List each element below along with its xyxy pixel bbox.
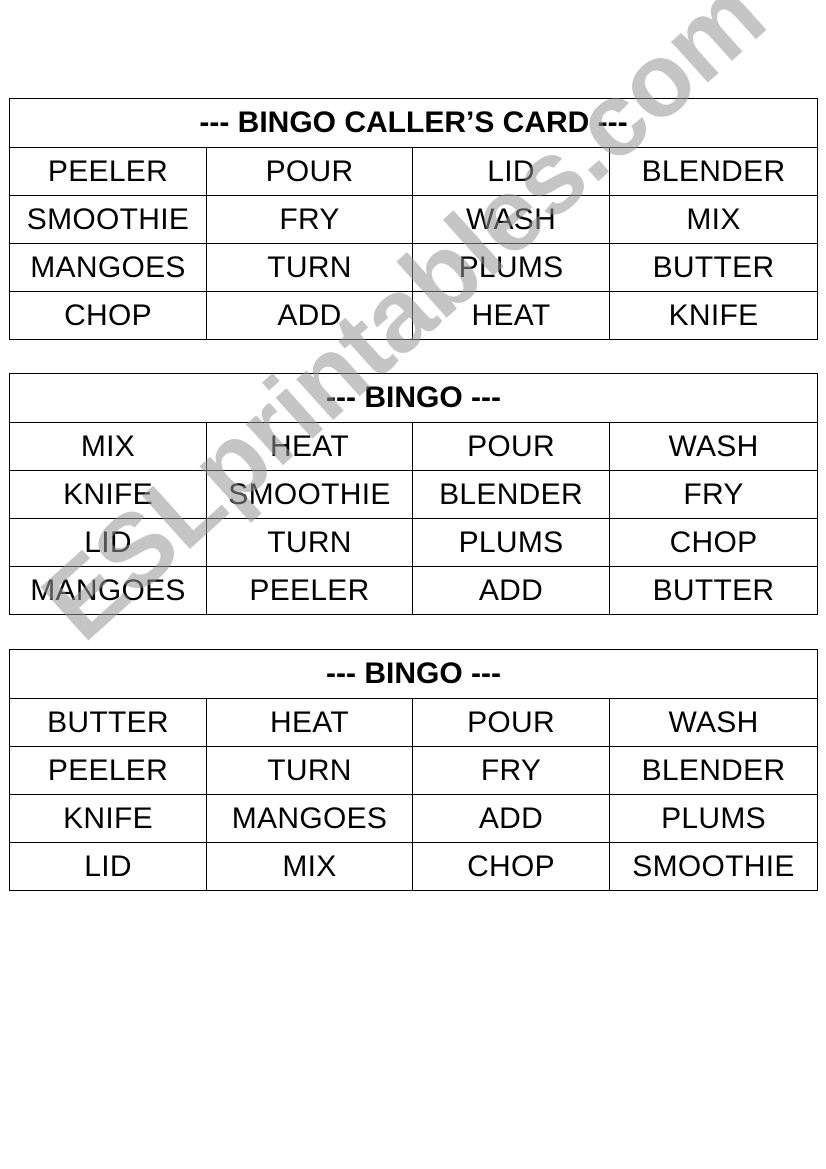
table-row: BUTTER HEAT POUR WASH — [9, 698, 819, 747]
word-cell: TURN — [206, 746, 413, 795]
word-cell: ADD — [412, 566, 610, 615]
card-title: --- BINGO --- — [8, 373, 819, 423]
word-cell: MANGOES — [206, 794, 413, 843]
word-cell: MANGOES — [9, 566, 207, 615]
bingo-callers-card: --- BINGO CALLER’S CARD --- PEELER POUR … — [8, 98, 819, 340]
word-cell: BLENDER — [608, 147, 819, 196]
word-cell: MIX — [9, 422, 207, 471]
word-cell: MANGOES — [9, 243, 207, 292]
table-row: PEELER TURN FRY BLENDER — [9, 746, 819, 795]
word-cell: WASH — [608, 698, 819, 747]
table-row: MANGOES TURN PLUMS BUTTER — [9, 243, 819, 292]
table-row: LID MIX CHOP SMOOTHIE — [9, 842, 819, 891]
word-cell: BUTTER — [608, 243, 819, 292]
word-cell: POUR — [412, 422, 610, 471]
word-cell: ADD — [412, 794, 610, 843]
word-cell: CHOP — [412, 842, 610, 891]
word-cell: KNIFE — [608, 291, 819, 340]
word-cell: MIX — [206, 842, 413, 891]
word-cell: SMOOTHIE — [206, 470, 413, 519]
bingo-card-1: --- BINGO --- MIX HEAT POUR WASH KNIFE S… — [8, 373, 819, 615]
word-cell: FRY — [206, 195, 413, 244]
word-cell: HEAT — [412, 291, 610, 340]
word-cell: PEELER — [9, 147, 207, 196]
table-row: KNIFE MANGOES ADD PLUMS — [9, 794, 819, 843]
table-row: PEELER POUR LID BLENDER — [9, 147, 819, 196]
word-cell: CHOP — [608, 518, 819, 567]
word-cell: KNIFE — [9, 794, 207, 843]
word-cell: PLUMS — [412, 518, 610, 567]
word-cell: LID — [412, 147, 610, 196]
word-cell: MIX — [608, 195, 819, 244]
word-cell: ADD — [206, 291, 413, 340]
word-cell: BUTTER — [9, 698, 207, 747]
word-cell: WASH — [608, 422, 819, 471]
word-cell: PEELER — [9, 746, 207, 795]
word-cell: TURN — [206, 243, 413, 292]
word-cell: FRY — [608, 470, 819, 519]
card-title: --- BINGO --- — [8, 649, 819, 699]
word-cell: KNIFE — [9, 470, 207, 519]
table-row: MANGOES PEELER ADD BUTTER — [9, 566, 819, 615]
word-cell: BLENDER — [412, 470, 610, 519]
word-cell: WASH — [412, 195, 610, 244]
card-title: --- BINGO CALLER’S CARD --- — [8, 98, 819, 148]
word-cell: PLUMS — [608, 794, 819, 843]
word-cell: FRY — [412, 746, 610, 795]
table-row: LID TURN PLUMS CHOP — [9, 518, 819, 567]
word-cell: PEELER — [206, 566, 413, 615]
word-cell: LID — [9, 518, 207, 567]
word-cell: POUR — [412, 698, 610, 747]
table-row: KNIFE SMOOTHIE BLENDER FRY — [9, 470, 819, 519]
bingo-card-2: --- BINGO --- BUTTER HEAT POUR WASH PEEL… — [8, 649, 819, 891]
word-cell: SMOOTHIE — [608, 842, 819, 891]
word-cell: CHOP — [9, 291, 207, 340]
word-cell: TURN — [206, 518, 413, 567]
word-cell: HEAT — [206, 698, 413, 747]
word-cell: POUR — [206, 147, 413, 196]
table-row: CHOP ADD HEAT KNIFE — [9, 291, 819, 340]
word-cell: BUTTER — [608, 566, 819, 615]
table-row: MIX HEAT POUR WASH — [9, 422, 819, 471]
word-cell: PLUMS — [412, 243, 610, 292]
word-cell: SMOOTHIE — [9, 195, 207, 244]
word-cell: LID — [9, 842, 207, 891]
table-row: SMOOTHIE FRY WASH MIX — [9, 195, 819, 244]
word-cell: HEAT — [206, 422, 413, 471]
word-cell: BLENDER — [608, 746, 819, 795]
